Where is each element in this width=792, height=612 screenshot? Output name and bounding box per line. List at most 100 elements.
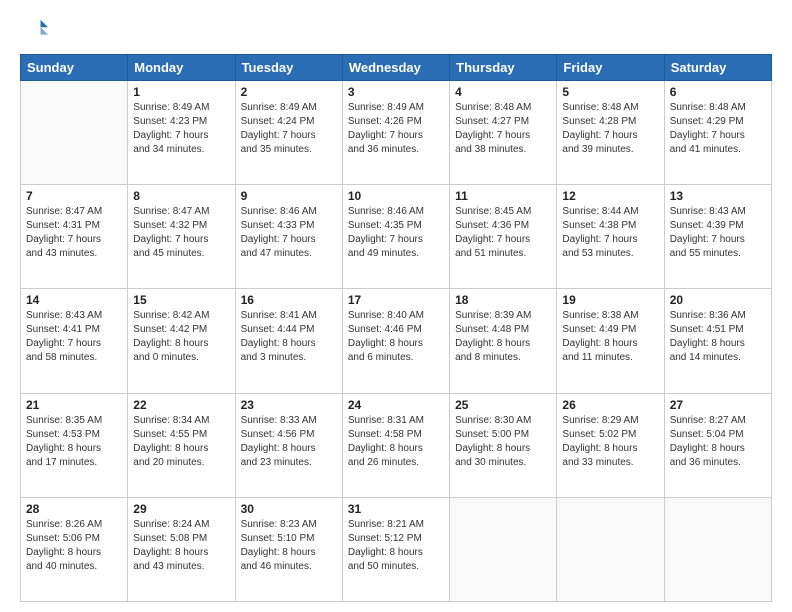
calendar-cell [450, 497, 557, 601]
day-number: 4 [455, 85, 551, 99]
calendar-cell: 27Sunrise: 8:27 AM Sunset: 5:04 PM Dayli… [664, 393, 771, 497]
calendar-cell: 13 Sunrise: 8:43 AM Sunset: 4:39 PM Dayli… [664, 185, 771, 289]
calendar-cell: 23 Sunrise: 8:33 AM Sunset: 4:56 PM Dayli… [235, 393, 342, 497]
day-info: Sunrise: 8:29 AM Sunset: 5:02 PM Dayligh… [562, 414, 658, 470]
day-number: 16 [241, 293, 337, 307]
calendar-cell: 1Sunrise: 8:49 AM Sunset: 4:23 PM Daylig… [128, 81, 235, 185]
day-number: 1 [133, 85, 229, 99]
day-number: 31 [348, 502, 444, 516]
calendar-cell: 20 Sunrise: 8:36 AM Sunset: 4:51 PM Dayli… [664, 289, 771, 393]
calendar-cell: 28Sunrise: 8:26 AM Sunset: 5:06 PM Dayli… [21, 497, 128, 601]
day-number: 24 [348, 398, 444, 412]
day-number: 22 [133, 398, 229, 412]
day-number: 8 [133, 189, 229, 203]
day-info: Sunrise: 8:43 AM Sunset: 4:41 PM Dayligh… [26, 309, 122, 365]
day-info: Sunrise: 8:49 AM Sunset: 4:26 PM Dayligh… [348, 101, 444, 157]
day-info: Sunrise: 8:30 AM Sunset: 5:00 PM Dayligh… [455, 414, 551, 470]
day-info: Sunrise: 8:48 AM Sunset: 4:29 PM Dayligh… [670, 101, 766, 157]
day-number: 19 [562, 293, 658, 307]
day-number: 30 [241, 502, 337, 516]
day-info: Sunrise: 8:23 AM Sunset: 5:10 PM Dayligh… [241, 518, 337, 574]
day-number: 25 [455, 398, 551, 412]
weekday-header: Saturday [664, 55, 771, 81]
calendar-cell: 16Sunrise: 8:41 AM Sunset: 4:44 PM Dayli… [235, 289, 342, 393]
day-number: 2 [241, 85, 337, 99]
weekday-header-row: SundayMondayTuesdayWednesdayThursdayFrid… [21, 55, 772, 81]
calendar-cell: 30 Sunrise: 8:23 AM Sunset: 5:10 PM Dayli… [235, 497, 342, 601]
day-info: Sunrise: 8:47 AM Sunset: 4:32 PM Dayligh… [133, 205, 229, 261]
calendar-cell: 3 Sunrise: 8:49 AM Sunset: 4:26 PM Daylig… [342, 81, 449, 185]
weekday-header: Thursday [450, 55, 557, 81]
day-number: 9 [241, 189, 337, 203]
day-info: Sunrise: 8:46 AM Sunset: 4:35 PM Dayligh… [348, 205, 444, 261]
day-info: Sunrise: 8:34 AM Sunset: 4:55 PM Dayligh… [133, 414, 229, 470]
calendar-cell: 18 Sunrise: 8:39 AM Sunset: 4:48 PM Dayli… [450, 289, 557, 393]
day-number: 7 [26, 189, 122, 203]
calendar-cell: 17Sunrise: 8:40 AM Sunset: 4:46 PM Dayli… [342, 289, 449, 393]
calendar-cell: 6 Sunrise: 8:48 AM Sunset: 4:29 PM Daylig… [664, 81, 771, 185]
day-number: 11 [455, 189, 551, 203]
day-number: 5 [562, 85, 658, 99]
day-number: 15 [133, 293, 229, 307]
day-number: 14 [26, 293, 122, 307]
day-info: Sunrise: 8:35 AM Sunset: 4:53 PM Dayligh… [26, 414, 122, 470]
day-info: Sunrise: 8:44 AM Sunset: 4:38 PM Dayligh… [562, 205, 658, 261]
calendar-cell: 5 Sunrise: 8:48 AM Sunset: 4:28 PM Daylig… [557, 81, 664, 185]
day-number: 28 [26, 502, 122, 516]
day-number: 10 [348, 189, 444, 203]
day-info: Sunrise: 8:24 AM Sunset: 5:08 PM Dayligh… [133, 518, 229, 574]
day-number: 29 [133, 502, 229, 516]
day-info: Sunrise: 8:49 AM Sunset: 4:24 PM Dayligh… [241, 101, 337, 157]
day-info: Sunrise: 8:21 AM Sunset: 5:12 PM Dayligh… [348, 518, 444, 574]
day-number: 21 [26, 398, 122, 412]
weekday-header: Friday [557, 55, 664, 81]
calendar-cell: 29 Sunrise: 8:24 AM Sunset: 5:08 PM Dayli… [128, 497, 235, 601]
calendar-cell: 21 Sunrise: 8:35 AM Sunset: 4:53 PM Dayli… [21, 393, 128, 497]
calendar-body: 1Sunrise: 8:49 AM Sunset: 4:23 PM Daylig… [21, 81, 772, 602]
day-number: 6 [670, 85, 766, 99]
calendar-cell [664, 497, 771, 601]
weekday-header: Tuesday [235, 55, 342, 81]
day-info: Sunrise: 8:48 AM Sunset: 4:28 PM Dayligh… [562, 101, 658, 157]
day-info: Sunrise: 8:46 AM Sunset: 4:33 PM Dayligh… [241, 205, 337, 261]
logo [20, 16, 52, 44]
header [20, 16, 772, 44]
calendar-cell: 4 Sunrise: 8:48 AM Sunset: 4:27 PM Daylig… [450, 81, 557, 185]
day-number: 26 [562, 398, 658, 412]
day-info: Sunrise: 8:47 AM Sunset: 4:31 PM Dayligh… [26, 205, 122, 261]
weekday-header: Wednesday [342, 55, 449, 81]
day-number: 3 [348, 85, 444, 99]
day-number: 27 [670, 398, 766, 412]
day-info: Sunrise: 8:45 AM Sunset: 4:36 PM Dayligh… [455, 205, 551, 261]
day-info: Sunrise: 8:43 AM Sunset: 4:39 PM Dayligh… [670, 205, 766, 261]
day-info: Sunrise: 8:42 AM Sunset: 4:42 PM Dayligh… [133, 309, 229, 365]
day-info: Sunrise: 8:31 AM Sunset: 4:58 PM Dayligh… [348, 414, 444, 470]
calendar-cell: 19Sunrise: 8:38 AM Sunset: 4:49 PM Dayli… [557, 289, 664, 393]
calendar-cell: 22 Sunrise: 8:34 AM Sunset: 4:55 PM Dayli… [128, 393, 235, 497]
calendar-cell: 9 Sunrise: 8:46 AM Sunset: 4:33 PM Daylig… [235, 185, 342, 289]
calendar-cell [21, 81, 128, 185]
day-number: 23 [241, 398, 337, 412]
calendar-cell: 10 Sunrise: 8:46 AM Sunset: 4:35 PM Dayli… [342, 185, 449, 289]
calendar-cell: 24 Sunrise: 8:31 AM Sunset: 4:58 PM Dayli… [342, 393, 449, 497]
calendar-cell: 12 Sunrise: 8:44 AM Sunset: 4:38 PM Dayli… [557, 185, 664, 289]
calendar-cell: 31 Sunrise: 8:21 AM Sunset: 5:12 PM Dayli… [342, 497, 449, 601]
day-number: 13 [670, 189, 766, 203]
weekday-header: Sunday [21, 55, 128, 81]
day-info: Sunrise: 8:39 AM Sunset: 4:48 PM Dayligh… [455, 309, 551, 365]
day-info: Sunrise: 8:36 AM Sunset: 4:51 PM Dayligh… [670, 309, 766, 365]
day-info: Sunrise: 8:33 AM Sunset: 4:56 PM Dayligh… [241, 414, 337, 470]
day-number: 12 [562, 189, 658, 203]
weekday-header: Monday [128, 55, 235, 81]
day-number: 18 [455, 293, 551, 307]
day-number: 17 [348, 293, 444, 307]
calendar-week-row: 14 Sunrise: 8:43 AM Sunset: 4:41 PM Dayli… [21, 289, 772, 393]
calendar-cell: 25 Sunrise: 8:30 AM Sunset: 5:00 PM Dayli… [450, 393, 557, 497]
calendar-cell: 15 Sunrise: 8:42 AM Sunset: 4:42 PM Dayli… [128, 289, 235, 393]
day-info: Sunrise: 8:48 AM Sunset: 4:27 PM Dayligh… [455, 101, 551, 157]
calendar-cell [557, 497, 664, 601]
day-number: 20 [670, 293, 766, 307]
calendar-cell: 26 Sunrise: 8:29 AM Sunset: 5:02 PM Dayli… [557, 393, 664, 497]
calendar-cell: 7 Sunrise: 8:47 AM Sunset: 4:31 PM Daylig… [21, 185, 128, 289]
calendar-cell: 11 Sunrise: 8:45 AM Sunset: 4:36 PM Dayli… [450, 185, 557, 289]
